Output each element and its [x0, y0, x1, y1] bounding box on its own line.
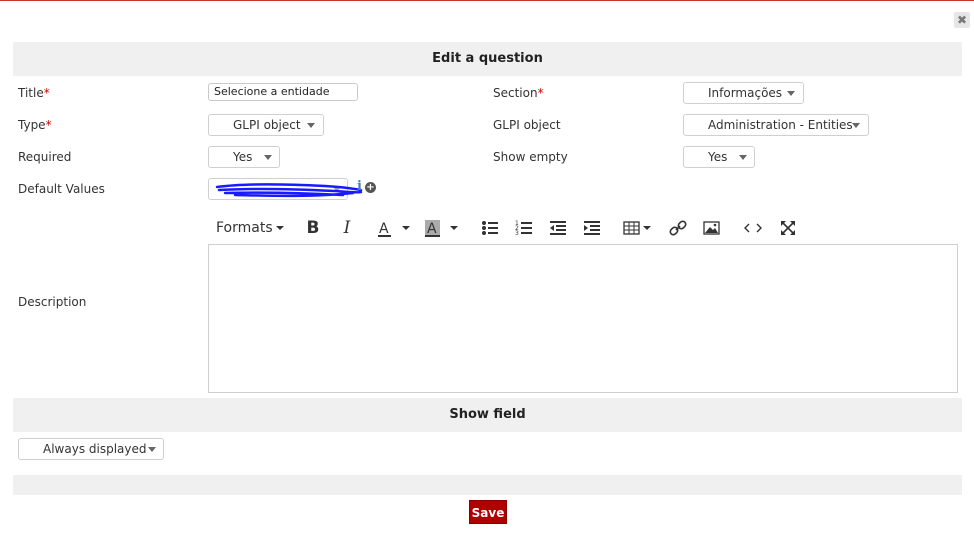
required-label: Required [18, 150, 72, 164]
description-editor[interactable] [208, 244, 958, 393]
svg-text:A: A [427, 221, 437, 237]
svg-text:A: A [379, 221, 389, 237]
show-empty-select-value: Yes [708, 150, 728, 164]
code-icon[interactable] [742, 216, 764, 240]
footer-band [13, 475, 962, 495]
type-label: Type* [18, 118, 52, 132]
section-select[interactable]: Informações [683, 82, 804, 104]
chevron-down-icon [739, 155, 747, 160]
edit-question-title: Edit a question [432, 51, 543, 66]
show-field-select[interactable]: Always displayed [18, 438, 164, 460]
chevron-down-icon [852, 123, 860, 128]
required-select[interactable]: Yes [208, 146, 280, 168]
background-color-caret-icon[interactable] [448, 216, 460, 240]
close-icon[interactable]: ✖ [954, 12, 970, 28]
glpi-object-select[interactable]: Administration - Entities [683, 114, 869, 136]
chevron-down-icon [148, 447, 156, 452]
section-select-value: Informações [708, 86, 783, 100]
svg-text:3: 3 [515, 230, 519, 237]
required-select-value: Yes [233, 150, 253, 164]
show-field-select-value: Always displayed [43, 442, 147, 456]
formats-label: Formats [216, 220, 273, 236]
info-icon[interactable]: i [357, 180, 365, 194]
formats-dropdown[interactable]: Formats [216, 216, 284, 240]
text-color-caret-icon[interactable] [400, 216, 412, 240]
description-label: Description [18, 295, 87, 309]
show-field-header: Show field [13, 398, 962, 432]
default-values-label: Default Values [18, 182, 105, 196]
show-empty-select[interactable]: Yes [683, 146, 755, 168]
indent-icon[interactable] [582, 216, 602, 240]
type-select[interactable]: GLPI object [208, 114, 324, 136]
bullet-list-icon[interactable] [480, 216, 500, 240]
image-icon[interactable] [702, 216, 722, 240]
caret-down-icon [275, 226, 284, 230]
fullscreen-icon[interactable] [778, 216, 798, 240]
section-label: Section* [493, 86, 544, 100]
bold-icon[interactable]: B [304, 216, 322, 240]
glpi-object-label: GLPI object [493, 118, 561, 132]
default-values-select[interactable] [208, 178, 363, 200]
chevron-down-icon [787, 91, 795, 96]
top-accent-line [0, 0, 974, 1]
background-color-icon[interactable]: A [422, 216, 444, 240]
text-color-icon[interactable]: A [374, 216, 396, 240]
table-icon[interactable] [622, 216, 654, 240]
edit-question-header: Edit a question [13, 42, 962, 76]
show-field-title: Show field [449, 407, 526, 422]
glpi-object-select-value: Administration - Entities [708, 118, 853, 132]
chevron-down-icon [307, 123, 315, 128]
title-input[interactable]: Selecione a entidade [208, 83, 358, 101]
save-button[interactable]: Save [469, 500, 507, 524]
italic-icon[interactable]: I [338, 216, 356, 240]
chevron-down-icon [264, 155, 272, 160]
numbered-list-icon[interactable]: 123 [514, 216, 534, 240]
redacted-scribble [215, 183, 363, 198]
type-select-value: GLPI object [233, 118, 301, 132]
show-empty-label: Show empty [493, 150, 568, 164]
outdent-icon[interactable] [548, 216, 568, 240]
add-circle-icon[interactable]: + [365, 182, 376, 193]
title-label: Title* [18, 86, 50, 100]
link-icon[interactable] [668, 216, 688, 240]
